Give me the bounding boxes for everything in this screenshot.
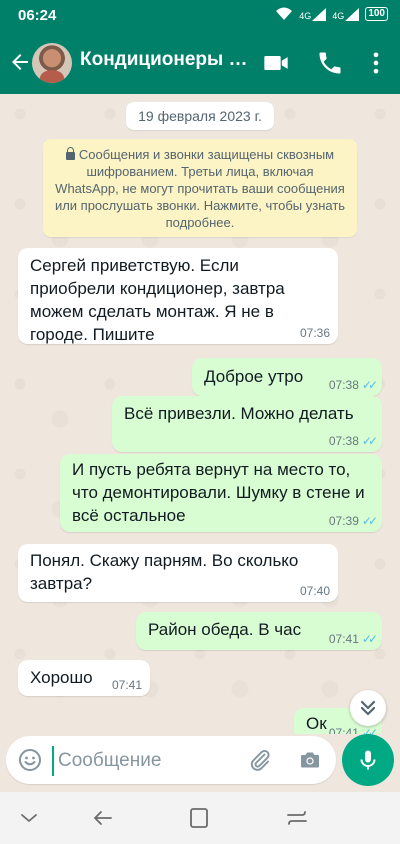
message-meta: 07:38 ✓✓ bbox=[328, 378, 378, 392]
chat-area[interactable]: 19 февраля 2023 г. Сообщения и звонки за… bbox=[0, 94, 400, 734]
attach-icon[interactable] bbox=[248, 748, 272, 772]
mic-icon bbox=[360, 750, 376, 770]
message-text: Сергей приветствую. Если приобрели конди… bbox=[30, 256, 285, 344]
message-time: 07:36 bbox=[299, 326, 330, 340]
message-bubble[interactable]: И пусть ребята вернут на место то, что д… bbox=[60, 454, 382, 532]
chevron-double-down-icon bbox=[360, 700, 376, 716]
message-text: Ок bbox=[306, 714, 327, 733]
encryption-notice-text: Сообщения и звонки защищены сквозным шиф… bbox=[54, 147, 346, 230]
hide-keyboard-icon[interactable] bbox=[16, 806, 42, 830]
lock-icon bbox=[65, 147, 75, 160]
status-bar: 06:24 4G 4G 100 bbox=[0, 0, 400, 32]
message-time: 07:41 bbox=[111, 678, 142, 692]
read-ticks-icon: ✓✓ bbox=[361, 726, 378, 734]
read-ticks-icon: ✓✓ bbox=[361, 514, 378, 528]
message-bubble[interactable]: Район обеда. В час 07:41 ✓✓ bbox=[136, 612, 382, 650]
message-input-bar bbox=[6, 736, 336, 784]
message-text: Доброе утро bbox=[204, 367, 304, 386]
status-time: 06:24 bbox=[18, 7, 57, 24]
message-meta: 07:41 ✓✓ bbox=[328, 632, 378, 646]
wifi-icon bbox=[276, 7, 293, 20]
message-text: Район обеда. В час bbox=[148, 620, 302, 639]
message-text: Всё привезли. Можно делать bbox=[124, 404, 354, 423]
chat-header: Кондиционеры Каре… bbox=[0, 32, 400, 94]
message-bubble[interactable]: Всё привезли. Можно делать 07:38 ✓✓ bbox=[112, 396, 382, 452]
message-bubble[interactable]: Хорошо 07:41 bbox=[18, 660, 150, 696]
message-text: И пусть ребята вернут на место то, что д… bbox=[72, 460, 365, 525]
encryption-notice[interactable]: Сообщения и звонки защищены сквозным шиф… bbox=[43, 139, 357, 237]
chat-title[interactable]: Кондиционеры Каре… bbox=[80, 49, 248, 71]
nav-home-icon[interactable] bbox=[186, 806, 212, 830]
back-arrow-icon[interactable] bbox=[8, 50, 32, 74]
message-text: Понял. Скажу парням. Во сколько завтра? bbox=[30, 551, 299, 593]
signal-icon bbox=[345, 7, 360, 21]
date-chip: 19 февраля 2023 г. bbox=[126, 102, 274, 130]
message-time: 07:38 bbox=[328, 378, 359, 392]
network-1-label: 4G bbox=[299, 10, 312, 21]
message-meta: 07:38 ✓✓ bbox=[328, 434, 378, 448]
camera-icon[interactable] bbox=[298, 748, 322, 772]
network-2-label: 4G bbox=[332, 10, 345, 21]
message-time: 07:41 bbox=[328, 726, 359, 734]
message-meta: 07:39 ✓✓ bbox=[328, 514, 378, 528]
message-text: Хорошо bbox=[30, 668, 93, 687]
message-bubble[interactable]: Понял. Скажу парням. Во сколько завтра? … bbox=[18, 544, 338, 602]
signal-icon bbox=[312, 7, 327, 21]
phone-icon[interactable] bbox=[316, 49, 344, 77]
nav-back-icon[interactable] bbox=[90, 806, 116, 830]
emoji-icon[interactable] bbox=[18, 748, 42, 772]
more-vert-icon[interactable] bbox=[362, 49, 390, 77]
nav-recents-icon[interactable] bbox=[284, 806, 310, 830]
message-bubble[interactable]: Доброе утро 07:38 ✓✓ bbox=[192, 358, 382, 396]
message-time: 07:38 bbox=[328, 434, 359, 448]
message-time: 07:40 bbox=[299, 584, 330, 598]
mic-button[interactable] bbox=[342, 734, 394, 786]
network-2: 4G bbox=[332, 7, 360, 21]
battery-icon: 100 bbox=[365, 7, 388, 21]
message-time: 07:41 bbox=[328, 632, 359, 646]
message-meta: 07:41 ✓✓ bbox=[328, 726, 378, 734]
message-bubble[interactable]: Сергей приветствую. Если приобрели конди… bbox=[18, 248, 338, 344]
status-icons: 4G 4G 100 bbox=[275, 7, 388, 21]
system-nav-bar bbox=[0, 792, 400, 844]
video-call-icon[interactable] bbox=[262, 49, 290, 77]
network-1: 4G bbox=[299, 7, 327, 21]
read-ticks-icon: ✓✓ bbox=[361, 632, 378, 646]
read-ticks-icon: ✓✓ bbox=[361, 434, 378, 448]
message-time: 07:39 bbox=[328, 514, 359, 528]
avatar[interactable] bbox=[32, 43, 72, 83]
scroll-to-bottom-button[interactable] bbox=[350, 690, 386, 726]
read-ticks-icon: ✓✓ bbox=[361, 378, 378, 392]
message-input[interactable] bbox=[52, 746, 240, 776]
